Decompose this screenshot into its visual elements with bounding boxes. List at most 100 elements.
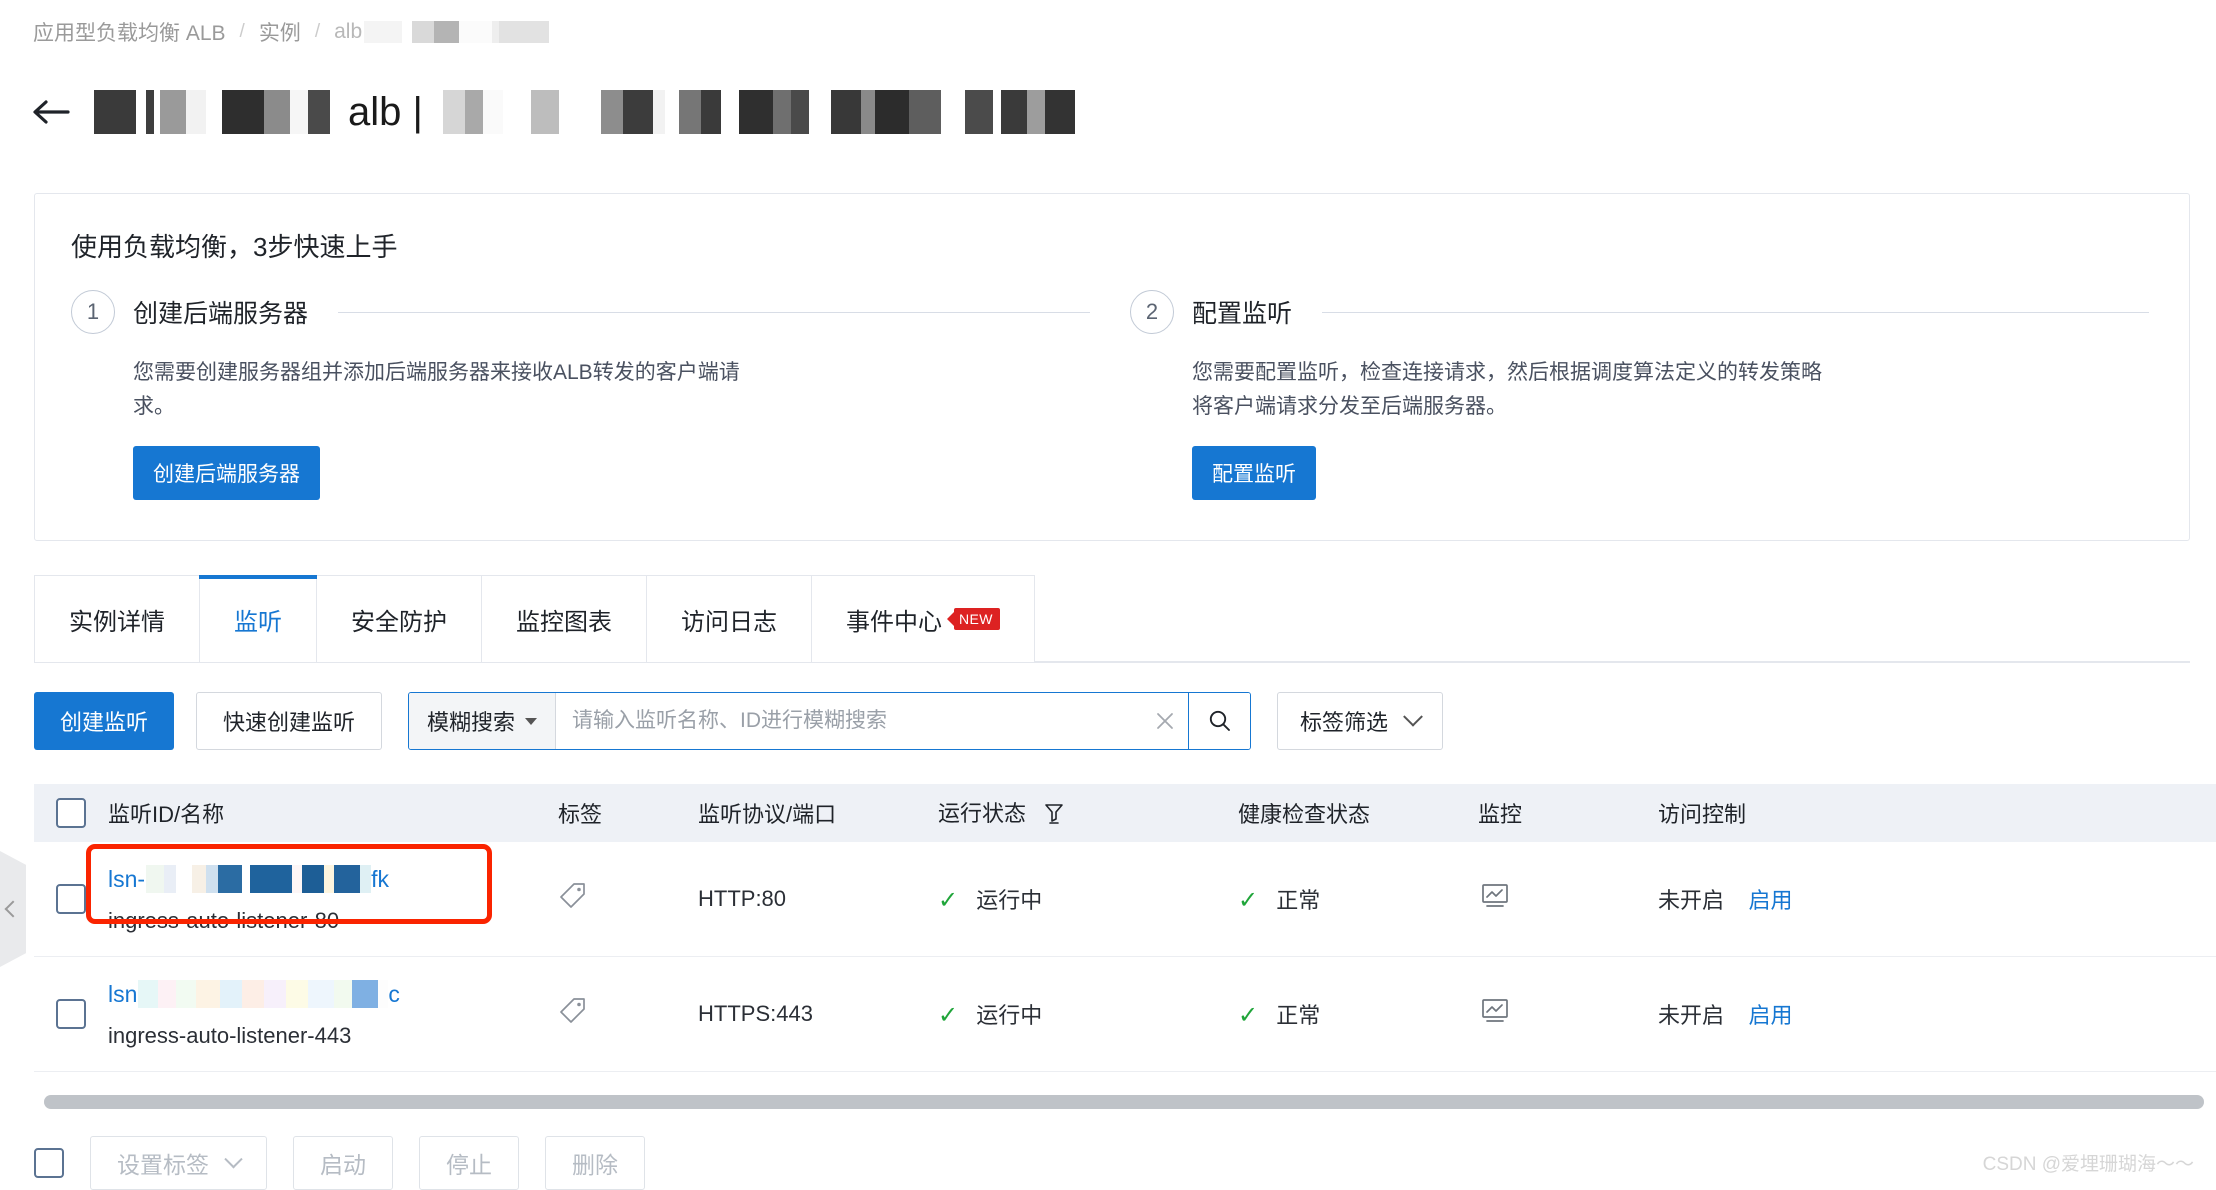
row-acl-status: 未开启 bbox=[1658, 1003, 1725, 1028]
search-icon[interactable] bbox=[1188, 693, 1251, 749]
batch-action-bar: 设置标签 启动 停止 删除 bbox=[34, 1136, 645, 1190]
column-header-id-name: 监听ID/名称 bbox=[108, 802, 225, 827]
tab-instance-detail[interactable]: 实例详情 bbox=[34, 575, 200, 662]
sidebar-collapse-handle[interactable] bbox=[0, 851, 26, 967]
table-horizontal-scrollbar[interactable] bbox=[44, 1095, 2204, 1109]
tag-icon[interactable] bbox=[558, 883, 588, 916]
breadcrumb: 应用型负载均衡 ALB / 实例 / alb bbox=[33, 17, 555, 47]
tab-access-log-label: 访问日志 bbox=[681, 608, 777, 636]
search-input[interactable] bbox=[556, 693, 1143, 749]
tag-filter-label: 标签筛选 bbox=[1300, 710, 1389, 735]
enable-acl-link[interactable]: 启用 bbox=[1748, 1003, 1792, 1028]
listener-name: ingress-auto-listener-80 bbox=[108, 908, 340, 933]
configure-listener-button[interactable]: 配置监听 bbox=[1192, 446, 1316, 501]
row-tag-cell bbox=[558, 996, 698, 1032]
stop-label: 停止 bbox=[446, 1152, 492, 1178]
batch-select-all-checkbox[interactable] bbox=[34, 1148, 64, 1178]
column-header-access-control: 访问控制 bbox=[1658, 802, 1747, 827]
chevron-down-icon bbox=[1403, 706, 1423, 727]
row-checkbox[interactable] bbox=[56, 999, 86, 1029]
breadcrumb-product[interactable]: 应用型负载均衡 ALB bbox=[33, 17, 226, 47]
row-access-control-cell: 未开启 启用 bbox=[1658, 998, 1998, 1030]
step-1-title: 创建后端服务器 bbox=[133, 300, 309, 328]
select-all-checkbox[interactable] bbox=[56, 798, 86, 828]
watermark: CSDN @爱埋珊瑚海～～ bbox=[1982, 1154, 2194, 1175]
row-monitor-cell bbox=[1478, 879, 1658, 919]
table-row[interactable]: lsn- fk ingress-auto-listener-80 HTTP:80… bbox=[34, 842, 2216, 957]
page-title-text: alb | bbox=[348, 89, 423, 134]
listener-id-link[interactable]: lsn c bbox=[108, 979, 558, 1009]
filter-icon[interactable] bbox=[1044, 802, 1064, 830]
tag-filter-button[interactable]: 标签筛选 bbox=[1277, 692, 1444, 750]
listener-id-suffix: c bbox=[388, 980, 400, 1007]
search-group: 模糊搜索 bbox=[408, 692, 1252, 750]
tab-event-center-label: 事件中心 bbox=[846, 608, 942, 636]
set-tag-button[interactable]: 设置标签 bbox=[90, 1136, 267, 1190]
check-icon: ✓ bbox=[1238, 1002, 1259, 1029]
arrow-left-icon[interactable] bbox=[28, 90, 72, 134]
tag-icon[interactable] bbox=[558, 998, 588, 1031]
check-icon: ✓ bbox=[1238, 887, 1259, 914]
step-2-title: 配置监听 bbox=[1192, 300, 1293, 328]
column-header-health-state: 健康检查状态 bbox=[1238, 802, 1371, 827]
guide-step-1: 1 创建后端服务器 您需要创建服务器组并添加后端服务器来接收ALB转发的客户端请… bbox=[71, 290, 1130, 501]
table-header-row: 监听ID/名称 标签 监听协议/端口 运行状态 健康检查状态 监控 访问控制 bbox=[34, 784, 2216, 842]
stop-button[interactable]: 停止 bbox=[419, 1136, 519, 1190]
row-monitor-cell bbox=[1478, 994, 1658, 1034]
row-select-cell bbox=[34, 884, 108, 914]
tab-security[interactable]: 安全防护 bbox=[317, 575, 482, 662]
row-acl-status: 未开启 bbox=[1658, 888, 1725, 913]
page-title-mosaic-1 bbox=[426, 90, 577, 134]
tab-access-log[interactable]: 访问日志 bbox=[647, 575, 812, 662]
check-icon: ✓ bbox=[938, 887, 959, 914]
quick-create-listener-button[interactable]: 快速创建监听 bbox=[196, 692, 383, 750]
row-health-state-label: 正常 bbox=[1276, 1003, 1321, 1028]
start-label: 启动 bbox=[320, 1152, 366, 1178]
tab-security-label: 安全防护 bbox=[351, 608, 447, 636]
select-all-cell bbox=[34, 798, 108, 828]
row-access-control-cell: 未开启 启用 bbox=[1658, 883, 1998, 915]
table-row[interactable]: lsn c ingress-auto-listener-443 HTTPS:44… bbox=[34, 957, 2216, 1072]
create-listener-button[interactable]: 创建监听 bbox=[34, 692, 175, 750]
row-checkbox[interactable] bbox=[56, 884, 86, 914]
page-title: alb | bbox=[94, 88, 1075, 136]
listener-table: 监听ID/名称 标签 监听协议/端口 运行状态 健康检查状态 监控 访问控制 l… bbox=[34, 784, 2216, 1072]
scrollbar-thumb[interactable] bbox=[44, 1095, 2204, 1109]
close-icon[interactable] bbox=[1142, 693, 1189, 749]
listener-id-suffix: fk bbox=[371, 865, 389, 892]
new-badge: NEW bbox=[954, 608, 1000, 630]
breadcrumb-separator-2: / bbox=[314, 21, 321, 42]
monitor-chart-icon[interactable] bbox=[1478, 884, 1512, 918]
search-mode-select[interactable]: 模糊搜索 bbox=[409, 693, 557, 749]
row-id-name-cell: lsn c ingress-auto-listener-443 bbox=[108, 979, 558, 1049]
enable-acl-link[interactable]: 启用 bbox=[1748, 888, 1792, 913]
row-run-state-cell: ✓ 运行中 bbox=[938, 883, 1238, 915]
step-1-description: 您需要创建服务器组并添加后端服务器来接收ALB转发的客户端请求。 bbox=[133, 361, 740, 419]
row-select-cell bbox=[34, 999, 108, 1029]
listener-id-mosaic bbox=[146, 865, 372, 893]
page-title-mosaic-5 bbox=[964, 90, 1075, 134]
column-header-monitor: 监控 bbox=[1478, 802, 1523, 827]
column-header-run-state: 运行状态 bbox=[938, 796, 1238, 830]
column-header-protocol-port: 监听协议/端口 bbox=[698, 802, 837, 827]
tab-listener[interactable]: 监听 bbox=[199, 575, 317, 662]
listener-id-prefix: lsn- bbox=[108, 865, 146, 892]
delete-button[interactable]: 删除 bbox=[545, 1136, 645, 1190]
breadcrumb-separator-1: / bbox=[239, 21, 245, 42]
create-backend-server-button[interactable]: 创建后端服务器 bbox=[133, 446, 320, 501]
row-run-state-cell: ✓ 运行中 bbox=[938, 998, 1238, 1030]
row-health-state-cell: ✓ 正常 bbox=[1238, 998, 1478, 1030]
tab-monitor-charts[interactable]: 监控图表 bbox=[482, 575, 647, 662]
page-title-mosaic-3 bbox=[738, 90, 809, 134]
column-header-run-state-label: 运行状态 bbox=[938, 801, 1027, 826]
breadcrumb-section[interactable]: 实例 bbox=[259, 17, 301, 47]
row-id-name-cell: lsn- fk ingress-auto-listener-80 bbox=[108, 864, 558, 934]
breadcrumb-redacted-mosaic bbox=[364, 21, 555, 43]
row-tag-cell bbox=[558, 881, 698, 917]
listener-id-link[interactable]: lsn- fk bbox=[108, 864, 558, 894]
page-title-mosaic-left bbox=[94, 90, 344, 134]
step-2-description: 您需要配置监听，检查连接请求，然后根据调度算法定义的转发策略将客户端请求分发至后… bbox=[1192, 361, 1822, 419]
start-button[interactable]: 启动 bbox=[293, 1136, 393, 1190]
monitor-chart-icon[interactable] bbox=[1478, 999, 1512, 1033]
tab-event-center[interactable]: 事件中心 NEW bbox=[812, 575, 1035, 662]
